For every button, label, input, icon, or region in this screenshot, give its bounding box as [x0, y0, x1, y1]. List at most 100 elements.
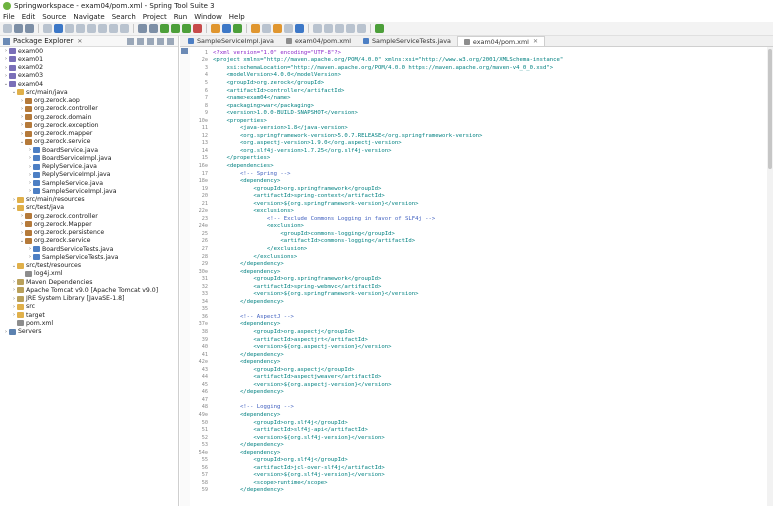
tree-item[interactable]: › org.zerock.aop	[0, 97, 178, 105]
xml-source-editor[interactable]: 1 <?xml version="1.0" encoding="UTF-8"?> 2…	[180, 47, 773, 506]
coverage-icon[interactable]	[182, 24, 191, 33]
tree-item[interactable]: ⌄ org.zerock.service	[0, 138, 178, 146]
tree-item[interactable]: › exam01	[0, 55, 178, 63]
tree-item[interactable]: › BoardService.java	[0, 146, 178, 154]
last-edit-location-icon[interactable]	[335, 24, 344, 33]
search-icon[interactable]	[273, 24, 282, 33]
collapse-all-icon[interactable]	[127, 37, 134, 45]
new-package-icon[interactable]	[211, 24, 220, 33]
next-annotation-icon[interactable]	[313, 24, 322, 33]
code-text: <groupId>org.slf4j</groupId>	[213, 457, 348, 464]
line-number: 27	[201, 245, 208, 252]
tree-item[interactable]: › ReplyService.java	[0, 163, 178, 171]
tree-item[interactable]: › org.zerock.mapper	[0, 130, 178, 138]
tree-item[interactable]: › BoardServiceTests.java	[0, 245, 178, 253]
tree-item-label: BoardService.java	[42, 146, 98, 154]
close-icon[interactable]: ✕	[77, 38, 82, 45]
editor-tab[interactable]: exam04/pom.xml	[280, 36, 357, 46]
menu-project[interactable]: Project	[143, 13, 167, 21]
skip-breakpoints-icon[interactable]	[54, 24, 63, 33]
code-text: <dependency>	[213, 178, 281, 185]
menu-search[interactable]: Search	[112, 13, 136, 21]
editor-tab[interactable]: SampleServiceTests.java	[357, 36, 457, 46]
suspend-icon[interactable]	[76, 24, 85, 33]
tree-item[interactable]: › Apache Tomcat v9.0 [Apache Tomcat v9.0]	[0, 286, 178, 294]
step-over-icon[interactable]	[109, 24, 118, 33]
step-return-icon[interactable]	[120, 24, 129, 33]
toggle-mark-icon[interactable]	[284, 24, 293, 33]
new-icon[interactable]	[3, 24, 12, 33]
tree-item[interactable]: ⌄ exam04	[0, 80, 178, 88]
tree-item[interactable]: ⌄ src/test/resources	[0, 262, 178, 270]
tree-item[interactable]: › SampleServiceTests.java	[0, 253, 178, 261]
link-with-editor-icon[interactable]	[137, 37, 144, 45]
debug-icon[interactable]	[160, 24, 169, 33]
tree-item[interactable]: › org.zerock.domain	[0, 113, 178, 121]
settings-icon[interactable]	[149, 24, 158, 33]
external-tools-icon[interactable]	[193, 24, 202, 33]
tree-item[interactable]: ⌄ src/main/java	[0, 88, 178, 96]
previous-annotation-icon[interactable]	[324, 24, 333, 33]
tree-item[interactable]: pom.xml	[0, 319, 178, 327]
menu-navigate[interactable]: Navigate	[73, 13, 104, 21]
code-line: 32 <artifactId>spring-webmvc</artifactId…	[190, 283, 773, 291]
tree-item[interactable]: › exam00	[0, 47, 178, 55]
tree-item[interactable]: › org.zerock.controller	[0, 212, 178, 220]
new-spring-project-icon[interactable]	[233, 24, 242, 33]
maximize-icon[interactable]	[167, 37, 174, 45]
close-tab-icon[interactable]: ✕	[533, 38, 538, 45]
tree-item[interactable]: › org.zerock.exception	[0, 121, 178, 129]
menu-run[interactable]: Run	[174, 13, 187, 21]
tab-label: exam04/pom.xml	[294, 37, 351, 45]
menu-edit[interactable]: Edit	[22, 13, 36, 21]
editor-tab[interactable]: SampleServiceImpl.java	[182, 36, 280, 46]
code-line: 19 <groupId>org.springframework</groupId…	[190, 185, 773, 193]
pin-editor-icon[interactable]	[375, 24, 384, 33]
save-all-icon[interactable]	[25, 24, 34, 33]
menu-file[interactable]: File	[3, 13, 15, 21]
scrollbar-thumb[interactable]	[768, 49, 772, 169]
tree-item[interactable]: › src	[0, 303, 178, 311]
run-icon[interactable]	[171, 24, 180, 33]
tree-item[interactable]: ⌄ src/test/java	[0, 204, 178, 212]
tree-item[interactable]: › Maven Dependencies	[0, 278, 178, 286]
vertical-scrollbar[interactable]	[767, 47, 773, 506]
tree-item[interactable]: log4j.xml	[0, 270, 178, 278]
tree-item[interactable]: › Servers	[0, 328, 178, 336]
tree-item[interactable]: › org.zerock.controller	[0, 105, 178, 113]
view-menu-icon[interactable]	[147, 37, 154, 45]
minimize-icon[interactable]	[157, 37, 164, 45]
resume-icon[interactable]	[65, 24, 74, 33]
tree-item[interactable]: › org.zerock.Mapper	[0, 220, 178, 228]
tree-item[interactable]: › ReplyServiceImpl.java	[0, 171, 178, 179]
back-icon[interactable]	[346, 24, 355, 33]
tree-item[interactable]: › SampleService.java	[0, 179, 178, 187]
save-icon[interactable]	[14, 24, 23, 33]
editor-tab[interactable]: exam04/pom.xml ✕	[456, 36, 545, 46]
java-icon	[33, 155, 40, 162]
refresh-icon[interactable]	[138, 24, 147, 33]
terminate-icon[interactable]	[87, 24, 96, 33]
new-class-icon[interactable]	[222, 24, 231, 33]
tree-item[interactable]: › SampleServiceImpl.java	[0, 187, 178, 195]
code-lines: 1 <?xml version="1.0" encoding="UTF-8"?> 2…	[190, 49, 773, 494]
menu-source[interactable]: Source	[42, 13, 66, 21]
tree-item[interactable]: › JRE System Library [JavaSE-1.8]	[0, 295, 178, 303]
tree-item[interactable]: › exam03	[0, 72, 178, 80]
open-task-icon[interactable]	[262, 24, 271, 33]
tree-item[interactable]: › target	[0, 311, 178, 319]
menu-help[interactable]: Help	[229, 13, 245, 21]
code-text: </dependency>	[213, 487, 284, 494]
tree-item[interactable]: ⌄ org.zerock.service	[0, 237, 178, 245]
tree-item[interactable]: › src/main/resources	[0, 196, 178, 204]
tree-item[interactable]: › exam02	[0, 64, 178, 72]
open-type-icon[interactable]	[251, 24, 260, 33]
web-browser-icon[interactable]	[295, 24, 304, 33]
tree-item[interactable]: › org.zerock.persistence	[0, 229, 178, 237]
print-icon[interactable]	[43, 24, 52, 33]
tree-item[interactable]: › BoardServiceImpl.java	[0, 154, 178, 162]
step-into-icon[interactable]	[98, 24, 107, 33]
code-text: <dependency>	[213, 359, 281, 366]
menu-window[interactable]: Window	[194, 13, 222, 21]
forward-icon[interactable]	[357, 24, 366, 33]
